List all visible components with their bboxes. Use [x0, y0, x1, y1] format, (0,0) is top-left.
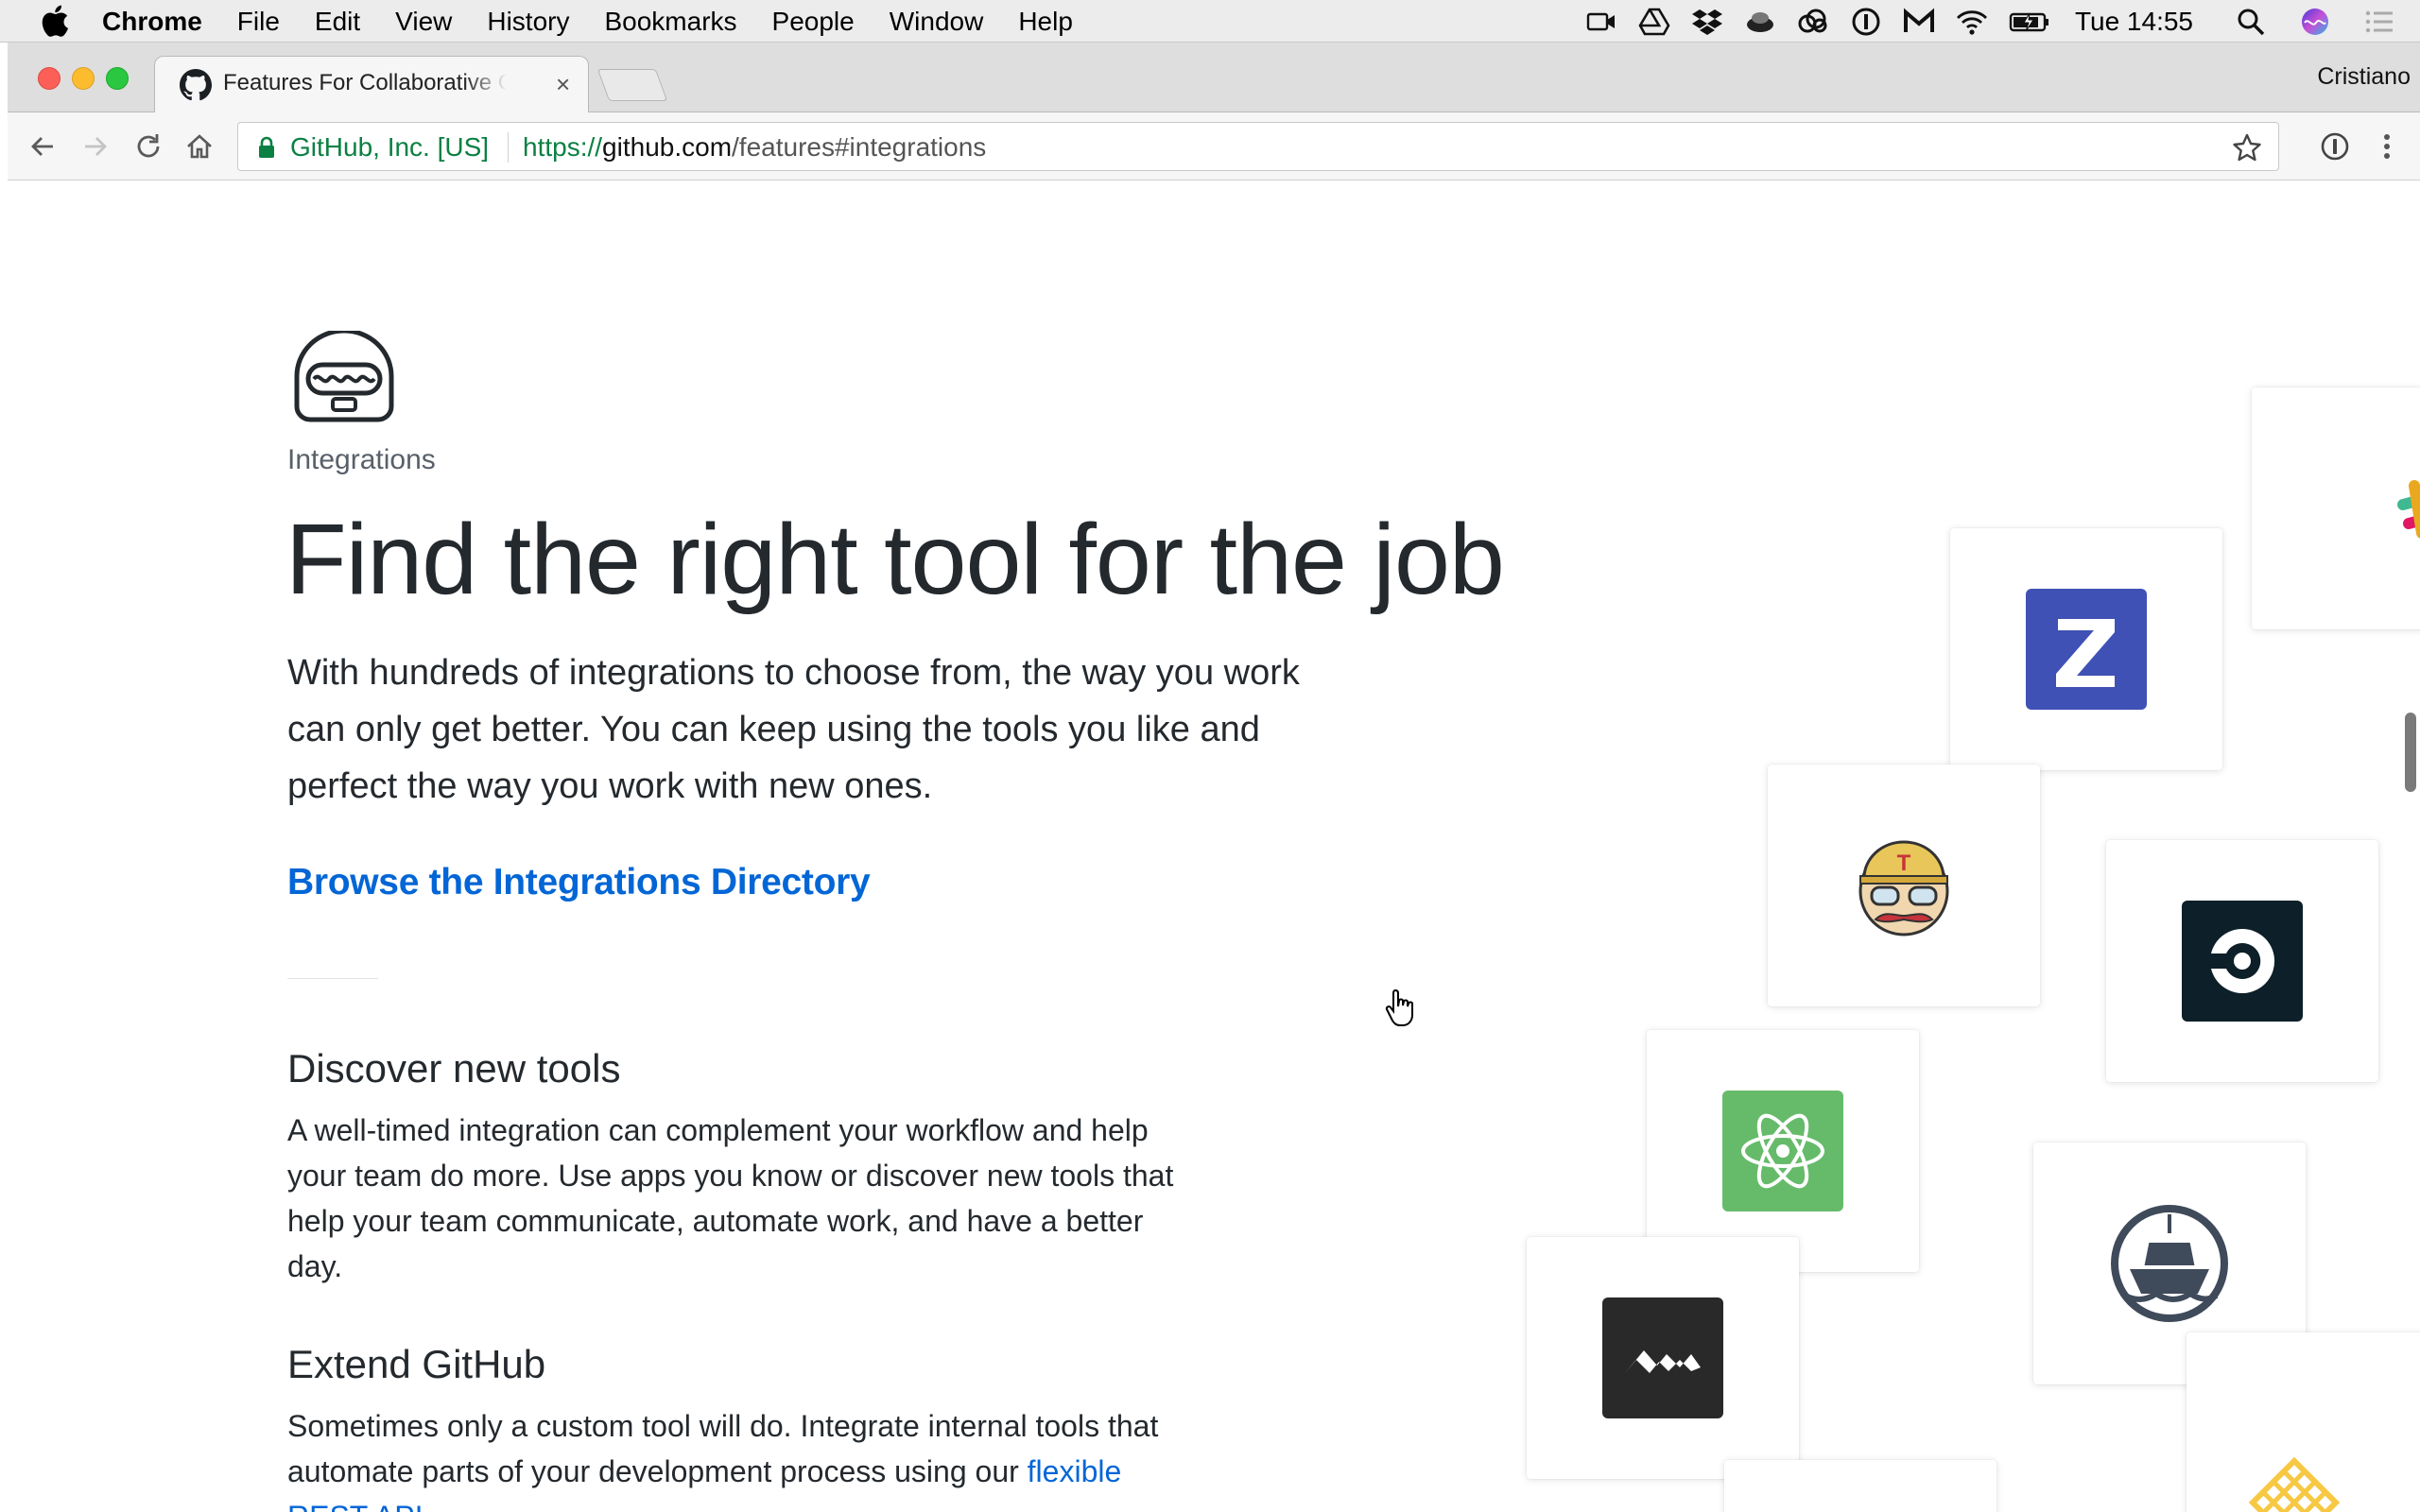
integration-card-codacy[interactable]	[1527, 1237, 1799, 1479]
atom-logo-icon	[1722, 1091, 1843, 1211]
menu-view[interactable]: View	[395, 7, 452, 37]
page-scrollbar-thumb[interactable]	[2405, 713, 2416, 792]
integration-card-partial[interactable]	[1724, 1460, 1996, 1512]
menu-bookmarks[interactable]: Bookmarks	[604, 7, 736, 37]
extend-heading: Extend GitHub	[287, 1342, 546, 1386]
kebab-menu-icon	[2384, 134, 2390, 159]
menu-file[interactable]: File	[237, 7, 280, 37]
discover-heading: Discover new tools	[287, 1046, 621, 1091]
menu-people[interactable]: People	[772, 7, 855, 37]
discover-paragraph: A well-timed integration can complement …	[287, 1113, 1174, 1283]
profile-name[interactable]: Cristiano	[2317, 63, 2411, 91]
window-close-button[interactable]	[38, 67, 60, 90]
hand-pointer-cursor-icon	[1385, 988, 1413, 1026]
window-minimize-button[interactable]	[72, 67, 95, 90]
integration-card-zenhub[interactable]	[1950, 528, 2222, 770]
menu-history[interactable]: History	[487, 7, 569, 37]
reload-icon	[137, 134, 160, 158]
menu-edit[interactable]: Edit	[315, 7, 360, 37]
address-bar[interactable]: GitHub, Inc. [US] https://github.com/fea…	[237, 122, 2279, 171]
integration-card-travis-ci[interactable]: T	[1768, 765, 2040, 1006]
page-headline: Find the right tool for the job	[285, 504, 1505, 615]
wifi-icon[interactable]	[1956, 6, 1988, 38]
zenhub-logo-icon	[2026, 589, 2147, 710]
slack-logo-icon	[2397, 480, 2420, 539]
menu-clock[interactable]: Tue 14:55	[2075, 7, 2193, 37]
ev-certificate-label[interactable]: GitHub, Inc. [US]	[290, 132, 489, 163]
new-tab-button[interactable]	[596, 69, 668, 101]
back-button[interactable]	[23, 127, 62, 166]
circleci-logo-icon	[2182, 901, 2303, 1022]
home-button[interactable]	[180, 127, 219, 166]
lead-paragraph: With hundreds of integrations to choose …	[287, 653, 1300, 806]
url-scheme: https://	[523, 132, 603, 162]
spotlight-icon[interactable]	[2235, 6, 2267, 38]
integration-card-atom[interactable]	[1647, 1030, 1919, 1272]
menu-help[interactable]: Help	[1018, 7, 1073, 37]
svg-text:T: T	[1897, 850, 1911, 876]
github-favicon-icon	[180, 69, 212, 101]
forward-button[interactable]	[76, 127, 115, 166]
omnibox-separator	[508, 132, 509, 163]
section-eyebrow: Integrations	[287, 444, 436, 475]
back-arrow-icon	[31, 137, 53, 156]
web-page-content: Integrations Find the right tool for the…	[8, 181, 2420, 1512]
integrations-plug-icon	[294, 331, 394, 422]
tab-title: Features For Collaborative Coding	[223, 70, 507, 95]
menu-app-chrome[interactable]: Chrome	[102, 7, 202, 37]
cloud-app-icon[interactable]	[1744, 6, 1776, 38]
home-icon	[187, 134, 212, 159]
google-drive-icon[interactable]	[1638, 6, 1670, 38]
integration-card-circleci[interactable]	[2106, 840, 2378, 1082]
reload-button[interactable]	[129, 127, 168, 166]
gmail-icon[interactable]	[1903, 6, 1935, 38]
status-area: Tue 14:55	[1585, 0, 2420, 43]
tab-github-features[interactable]: Features For Collaborative Coding ×	[154, 56, 589, 112]
secure-lock-icon[interactable]	[257, 136, 276, 159]
browser-toolbar: GitHub, Inc. [US] https://github.com/fea…	[8, 112, 2420, 180]
dropbox-icon[interactable]	[1691, 6, 1723, 38]
creative-cloud-icon[interactable]	[1797, 6, 1829, 38]
onepassword-icon[interactable]	[1850, 6, 1882, 38]
window-maximize-button[interactable]	[106, 67, 129, 90]
codecov-logo-icon	[2248, 1456, 2341, 1512]
waffle-ship-icon	[2111, 1205, 2228, 1322]
menu-window[interactable]: Window	[890, 7, 984, 37]
integration-card-slack[interactable]	[2252, 387, 2420, 629]
macos-menu-bar: Chrome File Edit View History Bookmarks …	[0, 0, 2420, 43]
browse-integrations-link[interactable]: Browse the Integrations Directory	[287, 862, 871, 903]
battery-icon[interactable]	[2009, 6, 2050, 38]
tab-close-icon[interactable]: ×	[556, 70, 570, 98]
browser-tab-strip: Features For Collaborative Coding × Cris…	[8, 43, 2420, 112]
url-path: /features#integrations	[732, 132, 987, 162]
bookmark-star-icon[interactable]	[2231, 131, 2263, 163]
forward-arrow-icon	[85, 137, 107, 156]
apple-menu-icon[interactable]	[38, 2, 70, 40]
url-text[interactable]: https://github.com/features#integrations	[523, 132, 986, 163]
chrome-menu-button[interactable]	[2367, 127, 2407, 166]
onepassword-extension-button[interactable]	[2315, 127, 2355, 166]
section-divider	[287, 978, 378, 979]
notification-center-icon[interactable]	[2363, 6, 2395, 38]
url-host: github.com	[602, 132, 733, 162]
travis-ci-mascot-icon: T	[1858, 840, 1949, 936]
extend-paragraph: Sometimes only a custom tool will do. In…	[287, 1403, 1195, 1512]
codacy-logo-icon	[1602, 1297, 1723, 1418]
onepassword-extension-icon	[2321, 132, 2349, 161]
integration-card-codecov[interactable]	[2187, 1332, 2420, 1512]
screen-record-icon[interactable]	[1585, 6, 1617, 38]
siri-icon[interactable]	[2299, 6, 2331, 38]
